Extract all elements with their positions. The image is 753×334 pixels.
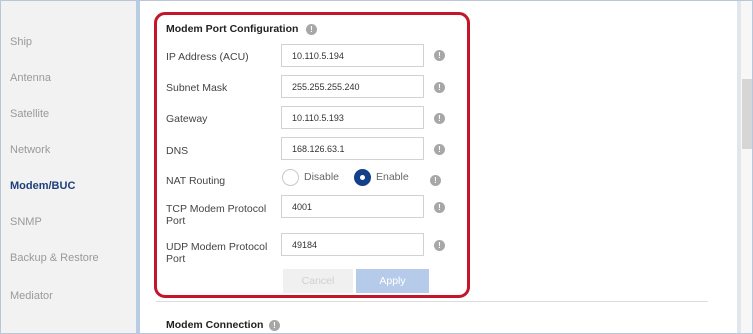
- scrollbar[interactable]: [740, 1, 752, 333]
- sidebar-item-satellite[interactable]: Satellite: [10, 108, 49, 120]
- sidebar-item-network[interactable]: Network: [10, 144, 50, 156]
- sidebar-item-mediator[interactable]: Mediator: [10, 290, 53, 302]
- highlight-frame: [154, 12, 470, 298]
- sidebar-item-antenna[interactable]: Antenna: [10, 72, 51, 84]
- sidebar: Ship Antenna Satellite Network Modem/BUC…: [1, 1, 136, 333]
- scrollbar-thumb[interactable]: [742, 79, 752, 149]
- sidebar-divider: [136, 1, 140, 333]
- sidebar-item-ship[interactable]: Ship: [10, 36, 32, 48]
- section-divider: [156, 301, 708, 302]
- sidebar-item-modem-buc[interactable]: Modem/BUC: [10, 180, 75, 192]
- sidebar-item-backup-restore[interactable]: Backup & Restore: [10, 252, 99, 264]
- sidebar-item-snmp[interactable]: SNMP: [10, 216, 42, 228]
- modem-connection-title: Modem Connection: [166, 319, 264, 331]
- info-icon[interactable]: !: [269, 320, 280, 331]
